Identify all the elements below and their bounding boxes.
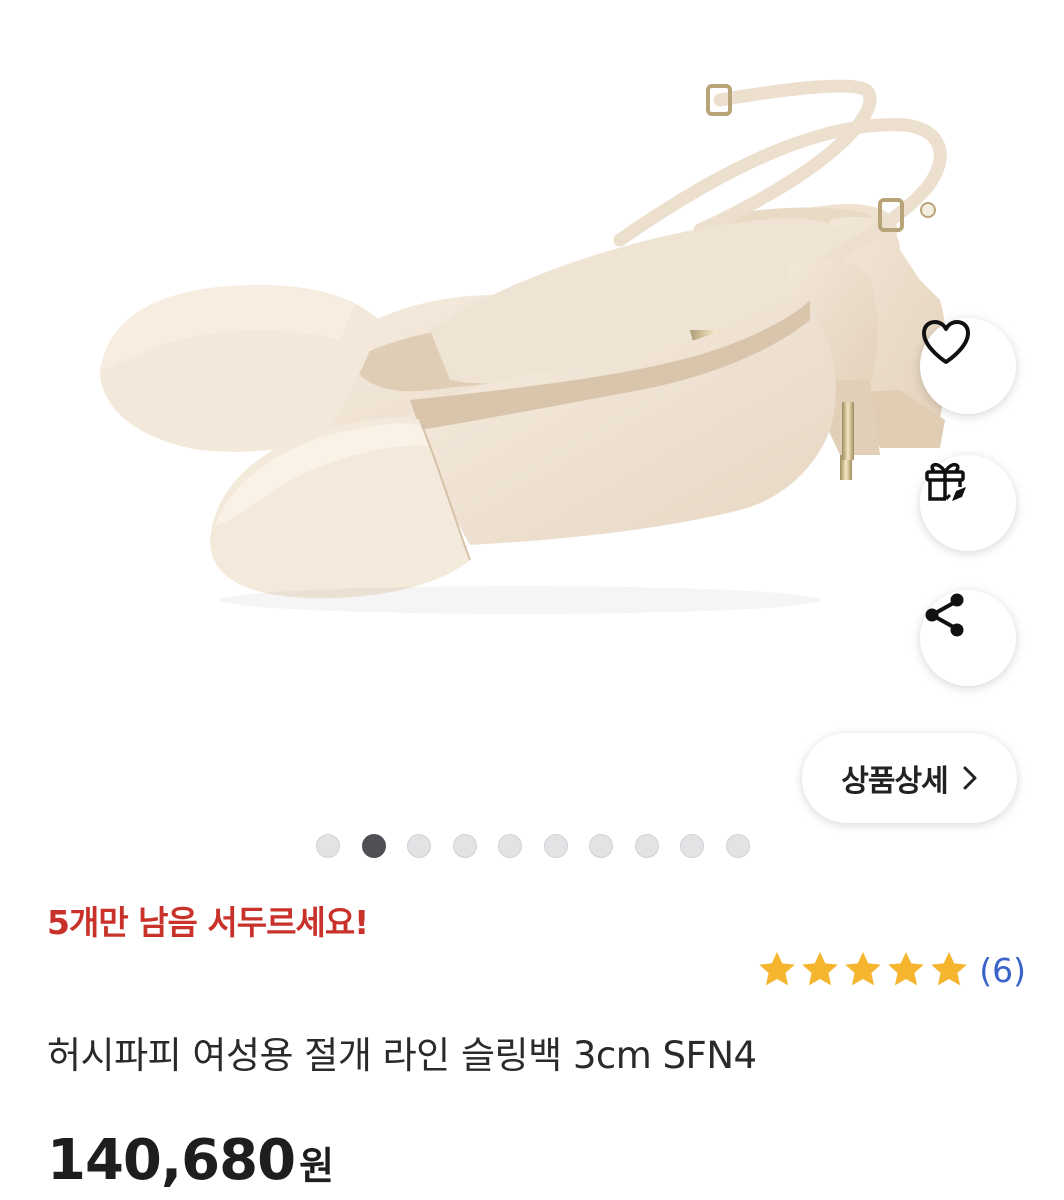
gift-icon [925, 463, 966, 501]
carousel-dot[interactable] [498, 834, 522, 858]
wishlist-button[interactable] [920, 318, 1016, 414]
rating-summary[interactable]: (6) [757, 950, 1026, 990]
carousel-dot[interactable] [316, 834, 340, 858]
carousel-dot[interactable] [634, 834, 659, 858]
product-price: 140,680 원 [47, 1128, 334, 1193]
carousel-dot[interactable] [407, 834, 431, 858]
star-icon [931, 952, 968, 986]
heart-icon [922, 320, 970, 364]
product-title: 허시파피 여성용 절개 라인 슬링백 3cm SFN4 [47, 1034, 757, 1077]
stock-notice: 5개만 남음 서두르세요! [47, 903, 369, 942]
star-icon [759, 952, 796, 986]
carousel-indicator [316, 834, 750, 858]
carousel-dot[interactable] [680, 834, 704, 858]
carousel-dot[interactable] [361, 834, 386, 858]
price-currency: 원 [299, 1144, 335, 1188]
review-count[interactable]: (6) [979, 951, 1026, 990]
shoe-photo [100, 79, 947, 614]
star-icon [802, 952, 839, 986]
carousel-dot[interactable] [725, 834, 750, 858]
product-image[interactable] [0, 0, 1064, 820]
carousel-dot[interactable] [543, 834, 568, 858]
share-button[interactable] [920, 590, 1016, 686]
share-icon [925, 593, 964, 637]
star-rating [757, 950, 969, 990]
star-icon [845, 952, 882, 986]
chevron-right-icon [963, 766, 977, 790]
carousel-dot[interactable] [589, 834, 613, 858]
carousel-dot[interactable] [452, 834, 477, 858]
product-detail-label: 상품상세 [841, 764, 948, 799]
product-detail-button[interactable]: 상품상세 [802, 733, 1017, 823]
star-icon [888, 952, 925, 986]
gift-button[interactable] [920, 455, 1016, 551]
price-value: 140,680 [47, 1128, 296, 1193]
